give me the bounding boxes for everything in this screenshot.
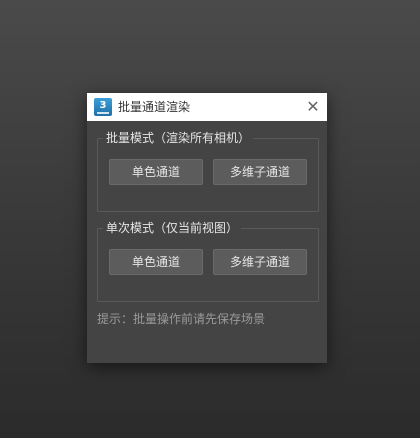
single-mode-group: 单次模式（仅当前视图） 单色通道 多维子通道 [97, 219, 319, 302]
dialog-titlebar[interactable]: 3 批量通道渲染 ✕ [87, 93, 327, 121]
close-icon[interactable]: ✕ [303, 97, 323, 117]
app-icon-label: 3 [99, 100, 107, 111]
hint-text: 提示：批量操作前请先保存场景 [97, 312, 266, 326]
single-mode-title: 单次模式（仅当前视图） [103, 219, 242, 237]
app-icon-stripe [97, 112, 109, 114]
batch-mode-group: 批量模式（渲染所有相机） 单色通道 多维子通道 [97, 129, 319, 212]
single-single-channel-button[interactable]: 单色通道 [109, 249, 203, 275]
batch-mode-title: 批量模式（渲染所有相机） [103, 129, 254, 147]
batch-single-channel-button[interactable]: 单色通道 [109, 159, 203, 185]
batch-multi-channel-button[interactable]: 多维子通道 [213, 159, 307, 185]
dialog-title: 批量通道渲染 [118, 100, 191, 114]
single-multi-channel-button[interactable]: 多维子通道 [213, 249, 307, 275]
batch-channel-render-dialog: 3 批量通道渲染 ✕ 批量模式（渲染所有相机） 单色通道 多维子通道 单次模式（… [87, 93, 327, 363]
app-icon: 3 [94, 98, 112, 116]
